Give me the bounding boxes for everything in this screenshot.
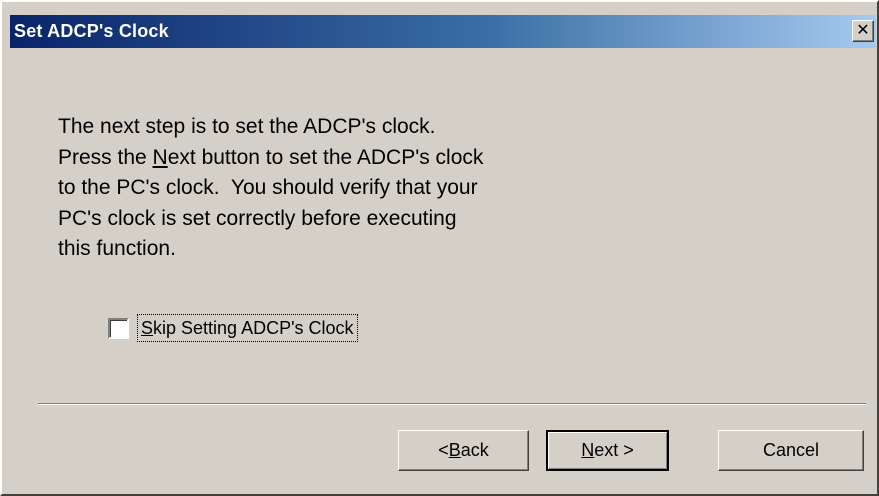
cancel-button[interactable]: Cancel bbox=[718, 430, 864, 471]
back-button[interactable]: < Back bbox=[398, 430, 529, 471]
next-button[interactable]: Next > bbox=[546, 430, 669, 471]
window-title: Set ADCP's Clock bbox=[14, 21, 169, 41]
close-icon: ✕ bbox=[856, 22, 870, 39]
instruction-line-3: to the PC's clock. You should verify tha… bbox=[58, 176, 478, 199]
mnemonic-n: N bbox=[152, 145, 168, 169]
skip-clock-label[interactable]: Skip Setting ADCP's Clock bbox=[137, 314, 358, 342]
skip-clock-checkbox[interactable] bbox=[108, 318, 129, 339]
instruction-text: The next step is to set the ADCP's clock… bbox=[58, 112, 483, 265]
dialog-window: Set ADCP's Clock ✕ The next step is to s… bbox=[0, 0, 879, 496]
title-bar[interactable]: Set ADCP's Clock ✕ bbox=[10, 15, 876, 48]
instruction-line-5: this function. bbox=[58, 237, 176, 260]
instruction-line-2: Press the Next button to set the ADCP's … bbox=[58, 145, 484, 169]
close-button[interactable]: ✕ bbox=[852, 20, 874, 42]
separator-line bbox=[38, 403, 866, 405]
instruction-line-4: PC's clock is set correctly before execu… bbox=[58, 206, 457, 230]
instruction-line-1: The next step is to set the ADCP's clock… bbox=[58, 115, 436, 138]
